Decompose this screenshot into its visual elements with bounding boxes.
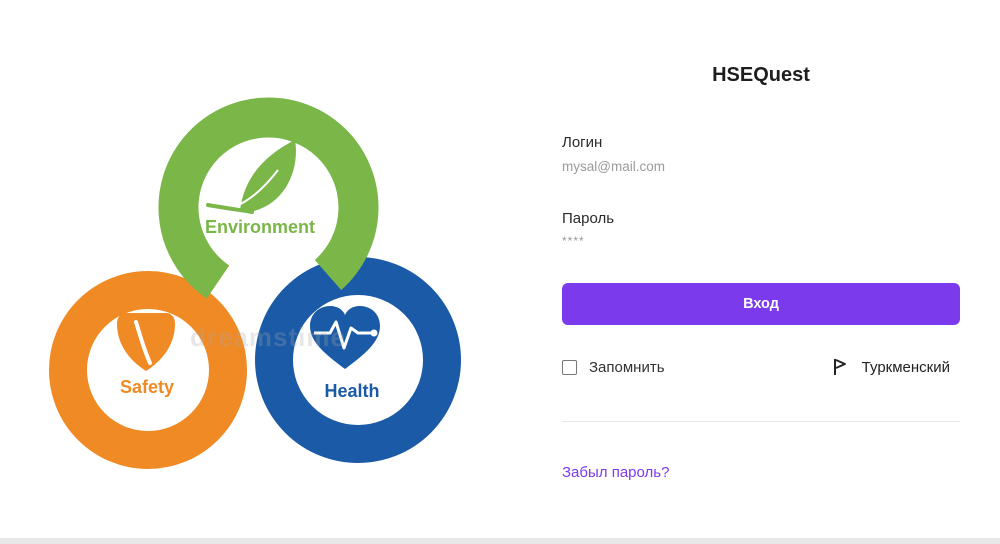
environment-label: Environment: [205, 217, 315, 237]
login-label: Логин: [562, 134, 603, 151]
password-field[interactable]: ****: [562, 232, 960, 254]
language-label: Туркменский: [861, 358, 950, 376]
checkbox-box[interactable]: [562, 360, 577, 375]
password-value: ****: [562, 234, 585, 248]
remember-me-checkbox[interactable]: Запомнить: [562, 359, 665, 376]
login-value: mysal@mail.com: [562, 159, 665, 174]
app-title: HSEQuest: [712, 64, 810, 86]
login-panel: HSEQuest Логин mysal@mail.com Пароль ***…: [562, 0, 960, 544]
health-label: Health: [324, 381, 379, 401]
language-selector[interactable]: Туркменский: [832, 358, 950, 376]
health-ring: [255, 257, 461, 463]
divider: [562, 421, 960, 422]
login-button[interactable]: Вход: [562, 283, 960, 325]
heart-pulse-icon: [310, 306, 380, 369]
safety-label: Safety: [120, 377, 174, 397]
flag-icon: [833, 359, 846, 375]
password-label: Пароль: [562, 210, 615, 227]
hse-illustration: Environment Safety Health dreamstime: [40, 60, 480, 480]
bottom-edge: [0, 538, 1000, 544]
shield-icon: [117, 313, 175, 371]
login-field[interactable]: mysal@mail.com: [562, 156, 960, 178]
forgot-password-link[interactable]: Забыл пароль?: [562, 464, 669, 481]
hse-rings: Environment Safety Health: [49, 97, 461, 469]
remember-me-label: Запомнить: [589, 359, 665, 376]
